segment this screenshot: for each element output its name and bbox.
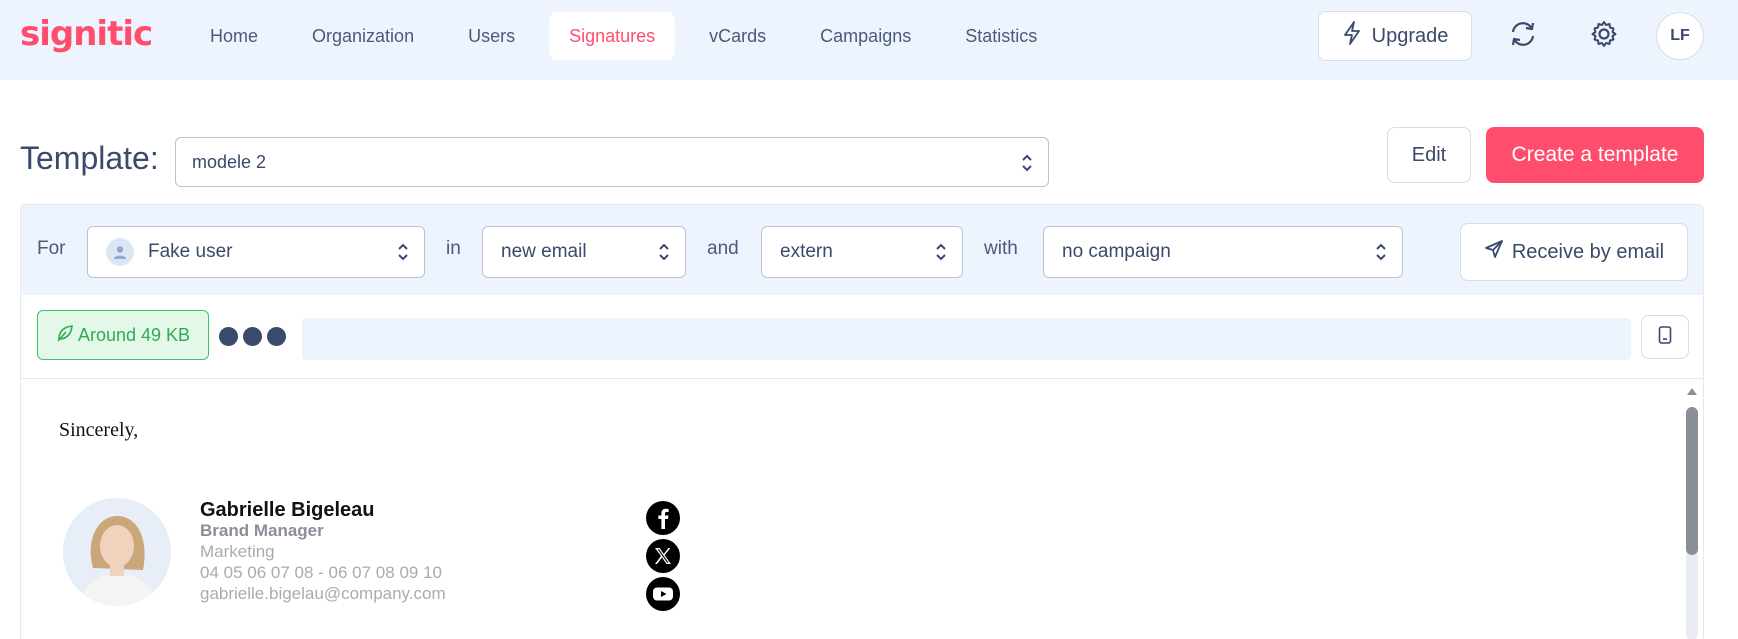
preview-subject-bar [302, 318, 1631, 360]
chevron-updown-icon [936, 243, 946, 261]
nav-statistics[interactable]: Statistics [945, 12, 1057, 60]
user-avatar[interactable]: LF [1656, 12, 1704, 60]
audience-select[interactable]: extern [761, 226, 963, 278]
template-label: Template: [20, 140, 159, 176]
main-nav: Home Organization Users Signatures vCard… [190, 12, 1071, 60]
edit-button[interactable]: Edit [1387, 127, 1471, 183]
bolt-icon [1342, 21, 1362, 51]
chevron-updown-icon [1022, 154, 1032, 172]
filter-bar: For Fake user in new email and extern wi… [21, 205, 1703, 295]
campaign-select[interactable]: no campaign [1043, 226, 1403, 278]
email-type-select[interactable]: new email [482, 226, 686, 278]
chevron-updown-icon [398, 243, 408, 261]
for-label: For [37, 238, 66, 259]
nav-home[interactable]: Home [190, 12, 278, 60]
nav-campaigns[interactable]: Campaigns [800, 12, 931, 60]
template-select-value: modele 2 [192, 151, 267, 172]
profile-photo [63, 498, 171, 606]
campaign-value: no campaign [1062, 241, 1171, 262]
facebook-icon[interactable] [646, 501, 680, 535]
audience-value: extern [780, 241, 833, 262]
with-label: with [984, 238, 1018, 259]
create-template-button[interactable]: Create a template [1486, 127, 1704, 183]
scroll-up-icon[interactable] [1686, 385, 1698, 397]
user-select-value: Fake user [148, 241, 233, 262]
signature-block: Gabrielle Bigeleau Brand Manager Marketi… [200, 499, 446, 604]
dot [219, 327, 238, 346]
and-label: and [707, 238, 739, 259]
email-type-value: new email [501, 241, 587, 262]
mobile-icon [1658, 325, 1672, 349]
user-icon [106, 238, 134, 266]
nav-users[interactable]: Users [448, 12, 535, 60]
signitic-logo[interactable]: signitic [20, 14, 153, 54]
in-label: in [446, 238, 461, 259]
top-navigation: signitic Home Organization Users Signatu… [0, 0, 1738, 80]
chevron-updown-icon [659, 243, 669, 261]
send-icon [1484, 239, 1504, 265]
receive-label: Receive by email [1511, 240, 1665, 263]
leaf-icon [56, 324, 74, 347]
signature-panel: For Fake user in new email and extern wi… [20, 204, 1704, 639]
signature-email: gabrielle.bigelau@company.com [200, 584, 446, 603]
upgrade-label: Upgrade [1371, 24, 1449, 47]
gear-icon [1589, 19, 1619, 54]
signature-preview: Sincerely, Gabrielle Bigeleau Brand Mana… [21, 379, 1703, 639]
nav-signatures[interactable]: Signatures [549, 12, 676, 60]
user-select[interactable]: Fake user [87, 226, 425, 278]
signature-department: Marketing [200, 542, 275, 561]
nav-vcards[interactable]: vCards [689, 12, 786, 60]
signature-phones: 04 05 06 07 08 - 06 07 08 09 10 [200, 563, 442, 582]
dot [267, 327, 286, 346]
dot [243, 327, 262, 346]
sync-button[interactable] [1501, 14, 1545, 58]
sync-icon [1508, 19, 1538, 54]
scrollbar-thumb[interactable] [1686, 407, 1698, 555]
receive-by-email-button[interactable]: Receive by email [1460, 223, 1688, 281]
signature-title: Brand Manager [200, 521, 324, 540]
preview-toolbar: Around 49 KB [21, 295, 1703, 379]
signature-name: Gabrielle Bigeleau [200, 499, 375, 521]
upgrade-button[interactable]: Upgrade [1318, 11, 1472, 61]
x-icon[interactable] [646, 539, 680, 573]
settings-button[interactable] [1582, 14, 1626, 58]
size-badge-label: Around 49 KB [77, 324, 191, 345]
greeting-text: Sincerely, [59, 419, 139, 441]
youtube-icon[interactable] [646, 577, 680, 611]
template-select[interactable]: modele 2 [175, 137, 1049, 187]
nav-organization[interactable]: Organization [292, 12, 434, 60]
chevron-updown-icon [1376, 243, 1386, 261]
more-options-button[interactable] [219, 327, 286, 346]
size-badge: Around 49 KB [37, 310, 209, 360]
mobile-preview-button[interactable] [1641, 315, 1689, 359]
